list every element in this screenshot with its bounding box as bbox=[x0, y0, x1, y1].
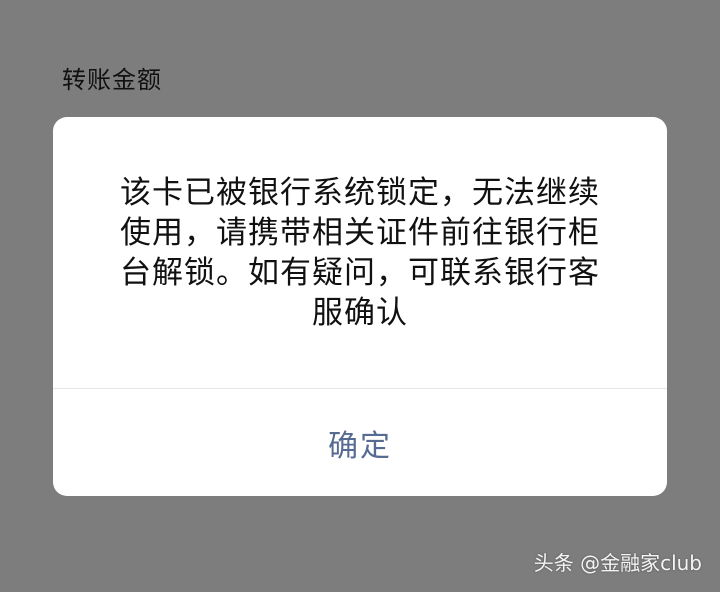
source-watermark: 头条 @金融家club bbox=[533, 551, 702, 575]
dialog-message: 该卡已被银行系统锁定，无法继续使用，请携带相关证件前往银行柜台解锁。如有疑问，可… bbox=[120, 175, 600, 331]
transfer-amount-label: 转账金额 bbox=[62, 66, 162, 94]
account-locked-dialog: 该卡已被银行系统锁定，无法继续使用，请携带相关证件前往银行柜台解锁。如有疑问，可… bbox=[53, 117, 667, 496]
confirm-button[interactable]: 确定 bbox=[53, 389, 667, 496]
dimmed-transfer-screen: 转账金额 该卡已被银行系统锁定，无法继续使用，请携带相关证件前往银行柜台解锁。如… bbox=[0, 0, 720, 592]
